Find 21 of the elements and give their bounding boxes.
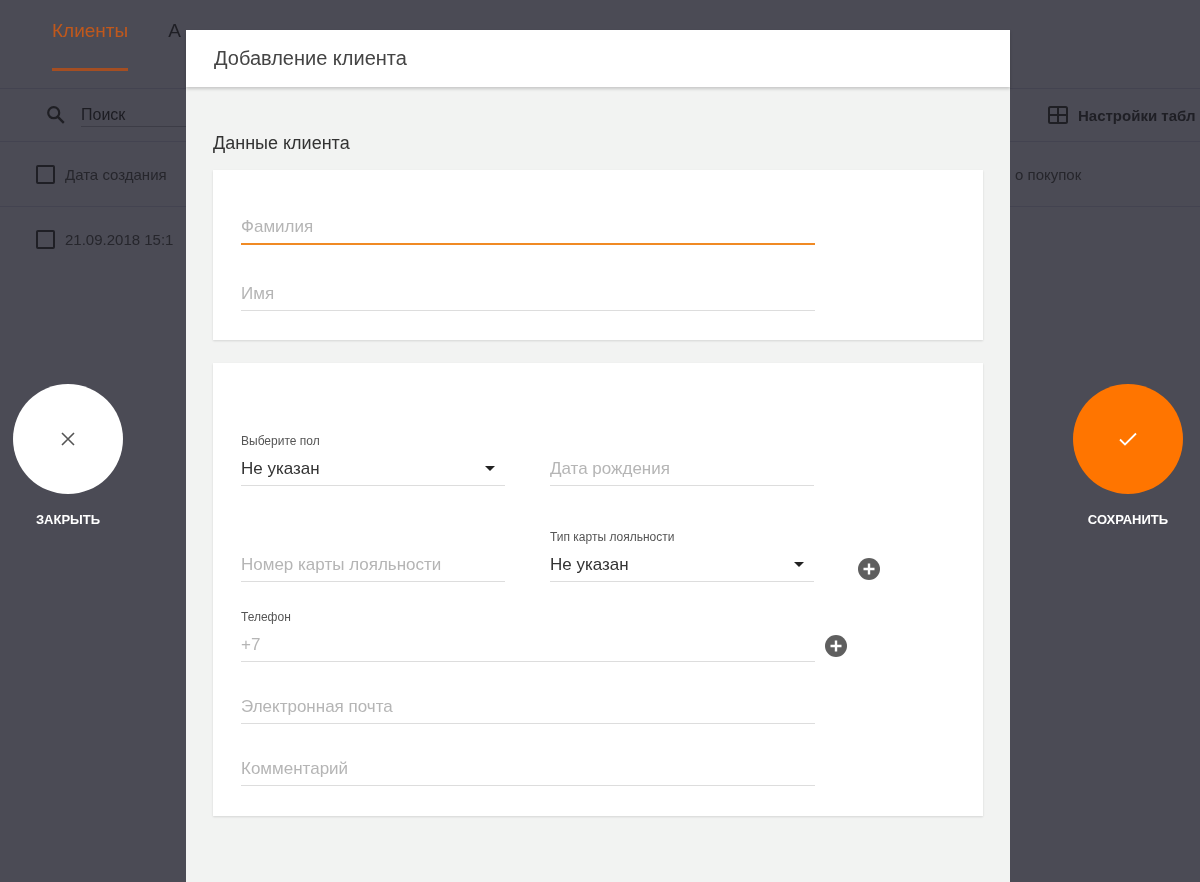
field-label: Телефон: [241, 610, 292, 626]
caret-icon: [485, 466, 495, 471]
checkbox[interactable]: [36, 229, 55, 249]
search-icon: [45, 104, 67, 126]
dialog-title: Добавление клиента: [214, 47, 407, 70]
table-icon: [1048, 106, 1068, 124]
check-icon: [1119, 432, 1137, 446]
close-label: ЗАКРЫТЬ: [35, 512, 101, 527]
caret-icon: [794, 562, 804, 567]
add-icon[interactable]: [825, 635, 847, 657]
tab[interactable]: Клиенты: [52, 0, 129, 71]
field-label: Выберите пол: [241, 434, 321, 450]
add-icon[interactable]: [858, 558, 880, 580]
input-field[interactable]: Фамилия: [241, 211, 815, 245]
field-label: Тип карты лояльности: [550, 530, 676, 546]
select-field[interactable]: Не указан: [550, 548, 814, 582]
close-icon: [61, 432, 75, 446]
save-label: СОХРАНИТЬ: [1087, 512, 1169, 527]
section-title: Данные клиента: [213, 133, 351, 154]
checkbox[interactable]: [36, 164, 55, 184]
select-field[interactable]: Не указан: [241, 452, 505, 486]
